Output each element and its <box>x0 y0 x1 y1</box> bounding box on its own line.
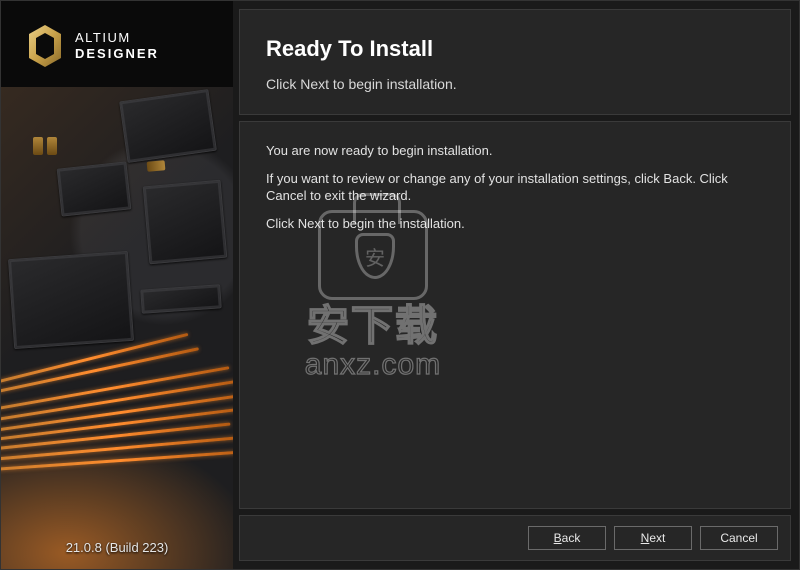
body-text-3: Click Next to begin the installation. <box>266 215 764 233</box>
next-button[interactable]: Next <box>614 526 692 550</box>
next-label: ext <box>649 531 665 545</box>
version-label: 21.0.8 (Build 223) <box>1 540 233 555</box>
altium-logo-icon <box>25 23 65 69</box>
sidebar: ALTIUM DESIGNER 21.0.8 (Build 223) <box>1 1 233 569</box>
header-panel: Ready To Install Click Next to begin ins… <box>239 9 791 115</box>
sidebar-artwork: 21.0.8 (Build 223) <box>1 87 233 569</box>
brand-logo: ALTIUM DESIGNER <box>1 1 233 87</box>
brand-text: ALTIUM DESIGNER <box>75 30 159 63</box>
body-text-1: You are now ready to begin installation. <box>266 142 764 160</box>
footer-panel: Back Next Cancel <box>239 515 791 561</box>
body-text-2: If you want to review or change any of y… <box>266 170 764 205</box>
body-panel: You are now ready to begin installation.… <box>239 121 791 509</box>
page-title: Ready To Install <box>266 36 764 62</box>
installer-window: ALTIUM DESIGNER 21.0.8 (Build 223) <box>0 0 800 570</box>
back-label: ack <box>562 531 581 545</box>
cancel-button[interactable]: Cancel <box>700 526 778 550</box>
main-content: Ready To Install Click Next to begin ins… <box>233 1 799 569</box>
brand-line2: DESIGNER <box>75 46 159 61</box>
back-button[interactable]: Back <box>528 526 606 550</box>
page-subtitle: Click Next to begin installation. <box>266 76 764 92</box>
brand-line1: ALTIUM <box>75 30 159 46</box>
